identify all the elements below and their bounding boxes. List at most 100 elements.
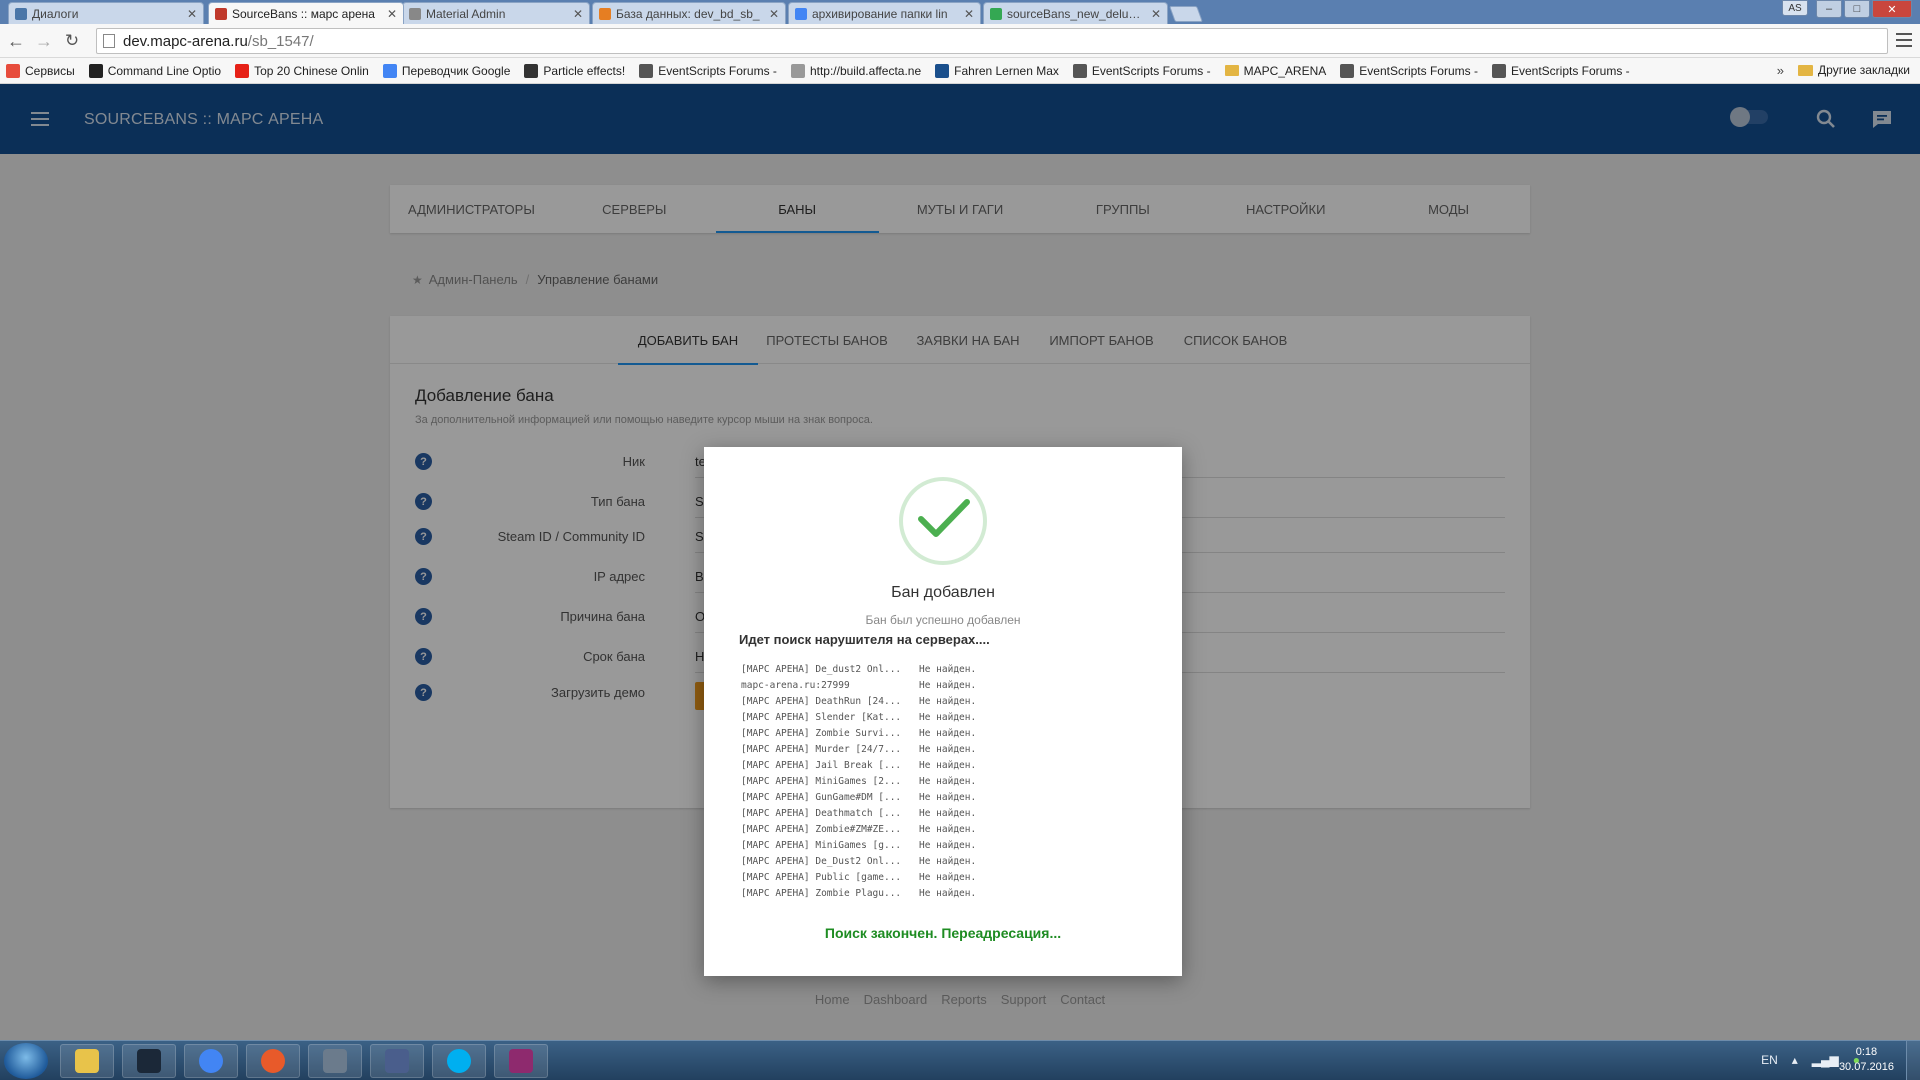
browser-tab[interactable]: SourceBans :: марс арена ✕	[208, 2, 404, 24]
bookmark-item[interactable]: Particle effects!	[524, 63, 626, 78]
other-bookmarks[interactable]: Другие закладки	[1798, 63, 1910, 77]
server-status: Не найден.	[919, 760, 977, 771]
close-tab-icon[interactable]: ✕	[1151, 7, 1161, 21]
page-icon	[790, 63, 805, 78]
maps-icon	[261, 1049, 285, 1073]
browser-tab[interactable]: Диалоги ✕	[8, 2, 204, 24]
bookmark-item[interactable]: Command Line Optio	[88, 63, 221, 78]
apps-icon	[6, 63, 20, 78]
browser-tab-label: SourceBans :: марс арена	[232, 6, 375, 21]
chrome-icon	[199, 1049, 223, 1073]
server-name: [МАРС АРЕНА] Zombie Plagu...	[741, 888, 902, 899]
taskbar-app[interactable]	[246, 1044, 300, 1078]
taskbar-app[interactable]	[184, 1044, 238, 1078]
bookmark-label: EventScripts Forums -	[1510, 63, 1630, 78]
forward-button[interactable]: →	[34, 31, 54, 51]
bookmark-item[interactable]: Fahren Lernen Max	[935, 63, 1059, 78]
forum-icon	[1491, 63, 1506, 78]
taskbar-app[interactable]	[122, 1044, 176, 1078]
server-status: Не найден.	[919, 744, 977, 755]
close-window-button[interactable]: ✕	[1872, 0, 1912, 18]
bookmark-label: Переводчик Google	[401, 63, 511, 78]
server-name: [МАРС АРЕНА] MiniGames [2...	[741, 776, 902, 787]
bookmarks-more-button[interactable]: »	[1777, 63, 1784, 78]
taskbar-app[interactable]	[494, 1044, 548, 1078]
bookmark-item[interactable]: EventScripts Forums -	[1072, 63, 1211, 78]
close-tab-icon[interactable]: ✕	[187, 7, 197, 21]
start-button[interactable]	[4, 1043, 48, 1079]
server-row: [МАРС АРЕНА] Murder [24/7... Не найден.	[741, 742, 1161, 758]
server-status: Не найден.	[919, 664, 977, 675]
minimize-button[interactable]: –	[1816, 0, 1842, 18]
address-bar[interactable]: dev.mapc-arena.ru/sb_1547/	[96, 28, 1888, 54]
clock-time: 0:18	[1855, 1046, 1878, 1058]
browser-menu-icon[interactable]	[1896, 33, 1912, 47]
server-name: [МАРС АРЕНА] Public [game...	[741, 872, 902, 883]
server-row: [МАРС АРЕНА] Public [game... Не найден.	[741, 870, 1161, 886]
close-tab-icon[interactable]: ✕	[387, 7, 397, 21]
server-name: [МАРС АРЕНА] Zombie#ZM#ZE...	[741, 824, 902, 835]
bookmark-label: Particle effects!	[543, 63, 626, 78]
back-button[interactable]: ←	[6, 31, 26, 51]
bookmark-item[interactable]: MAPC_ARENA	[1224, 64, 1326, 78]
other-bookmarks-label: Другие закладки	[1818, 63, 1910, 77]
bookmark-item[interactable]: EventScripts Forums -	[639, 63, 777, 78]
close-tab-icon[interactable]: ✕	[964, 7, 974, 21]
taskbar-app[interactable]	[432, 1044, 486, 1078]
browser-tab-label: архивирование папки lin	[812, 6, 948, 21]
bookmark-item[interactable]: Сервисы	[6, 63, 75, 78]
server-row: [МАРС АРЕНА] DeathRun [24... Не найден.	[741, 694, 1161, 710]
winrar-icon	[509, 1049, 533, 1073]
server-status: Не найден.	[919, 712, 977, 723]
new-tab-button[interactable]	[1169, 6, 1203, 22]
server-row: [МАРС АРЕНА] GunGame#DM [... Не найден.	[741, 790, 1161, 806]
browser-tab-label: База данных: dev_bd_sb_	[616, 6, 760, 21]
server-status: Не найден.	[919, 792, 977, 803]
bookmark-label: EventScripts Forums -	[1359, 63, 1478, 78]
server-status: Не найден.	[919, 824, 977, 835]
server-row: [МАРС АРЕНА] Zombie Survi... Не найден.	[741, 726, 1161, 742]
taskbar-app[interactable]	[370, 1044, 424, 1078]
explorer-icon	[75, 1049, 99, 1073]
browser-tab[interactable]: База данных: dev_bd_sb_ ✕	[592, 2, 786, 24]
maximize-button[interactable]: □	[1844, 0, 1870, 18]
server-row: [МАРС АРЕНА] Slender [Kat... Не найден.	[741, 710, 1161, 726]
clock-date: 30.07.2016	[1838, 1061, 1894, 1073]
language-indicator[interactable]: EN	[1761, 1053, 1778, 1067]
clock[interactable]: 0:18 30.07.2016	[1839, 1045, 1894, 1075]
dialog-title: Бан добавлен	[891, 584, 995, 601]
close-tab-icon[interactable]: ✕	[573, 7, 583, 21]
taskbar-app[interactable]	[60, 1044, 114, 1078]
taskbar-app[interactable]	[308, 1044, 362, 1078]
browser-tab[interactable]: Material Admin ✕	[402, 2, 590, 24]
show-desktop-button[interactable]	[1906, 1041, 1920, 1080]
network-signal-icon[interactable]: ▂▄▆	[1812, 1053, 1839, 1067]
server-name: [МАРС АРЕНА] GunGame#DM [...	[741, 792, 902, 803]
tray-expand-icon[interactable]: ▴	[1792, 1053, 1798, 1067]
server-name: [МАРС АРЕНА] De_Dust2 Onl...	[741, 856, 902, 867]
profile-badge[interactable]: AS	[1782, 0, 1808, 16]
browser-tab[interactable]: архивирование папки lin ✕	[788, 2, 981, 24]
server-name: [МАРС АРЕНА] Slender [Kat...	[741, 712, 902, 723]
server-status: Не найден.	[919, 840, 977, 851]
bookmark-item[interactable]: Переводчик Google	[382, 63, 511, 78]
page-icon	[409, 7, 421, 20]
forum-icon	[639, 63, 654, 78]
bookmark-label: http://build.affecta.ne	[809, 63, 922, 78]
bookmark-label: EventScripts Forums -	[658, 63, 777, 78]
bookmark-item[interactable]: Top 20 Chinese Onlin	[235, 63, 369, 78]
windows-taskbar: EN ▴ ▂▄▆ ● 0:18 30.07.2016	[0, 1040, 1920, 1080]
server-row: [МАРС АРЕНА] MiniGames [g... Не найден.	[741, 838, 1161, 854]
browser-tab[interactable]: sourceBans_new_delux – G ✕	[983, 2, 1168, 24]
forum-icon	[1340, 63, 1355, 78]
server-row: [МАРС АРЕНА] Jail Break [... Не найден.	[741, 758, 1161, 774]
server-row: mapc-arena.ru:27999 Не найден.	[741, 678, 1161, 694]
bookmark-item[interactable]: EventScripts Forums -	[1340, 63, 1478, 78]
close-tab-icon[interactable]: ✕	[769, 7, 779, 21]
bookmark-item[interactable]: EventScripts Forums -	[1491, 63, 1630, 78]
server-status: Не найден.	[919, 808, 977, 819]
bookmark-item[interactable]: http://build.affecta.ne	[790, 63, 922, 78]
reload-button[interactable]: ↻	[62, 31, 82, 51]
bookmark-label: Fahren Lernen Max	[954, 63, 1059, 78]
search-done-message: Поиск закончен. Переадресация...	[824, 925, 1062, 941]
